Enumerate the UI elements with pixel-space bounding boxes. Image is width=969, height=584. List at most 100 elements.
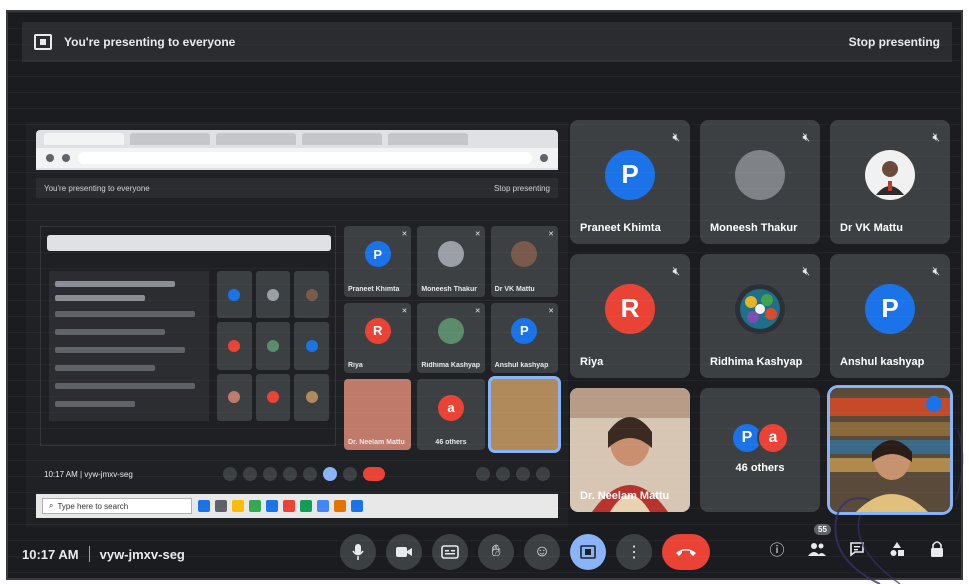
- participant-name: Riya: [580, 356, 604, 368]
- nested-small-tiles: [217, 271, 329, 421]
- participant-grid: 🔇︎ P Praneet Khimta 🔇︎ Moneesh Thakur 🔇︎…: [570, 120, 950, 512]
- meeting-code: vyw-jmxv-seg: [99, 546, 185, 562]
- participant-name: Ridhima Kashyap: [710, 356, 803, 368]
- nested-avatar: P: [511, 317, 538, 344]
- camera-icon[interactable]: [386, 534, 422, 570]
- nested-tile-name: Moneesh Thakur: [421, 285, 477, 293]
- nested-control: [343, 467, 358, 481]
- nested-tile-name: Riya: [348, 362, 363, 370]
- people-count-badge: 55: [814, 524, 831, 535]
- activities-icon[interactable]: [886, 538, 908, 560]
- nested-control: [475, 467, 490, 481]
- avatar: P: [865, 283, 915, 334]
- nested-control: [495, 467, 510, 481]
- emoji-icon[interactable]: ☺︎: [524, 534, 560, 570]
- call-controls: ✋︎ ☺︎ ⋮: [340, 534, 710, 570]
- present-icon: [34, 34, 52, 50]
- video-feed: [830, 388, 950, 512]
- participant-tile[interactable]: 🔇︎ P Praneet Khimta: [570, 120, 690, 244]
- nested-avatar: a: [437, 394, 464, 421]
- nested-tile-name: 46 others: [435, 438, 467, 446]
- mic-off-icon: ✕: [474, 231, 481, 238]
- nested-tile: [490, 379, 558, 450]
- participant-name: Dr. Neelam Mattu: [580, 490, 670, 502]
- presenting-banner: You're presenting to everyone Stop prese…: [22, 22, 952, 62]
- mic-icon[interactable]: [340, 534, 376, 570]
- mic-off-icon: 🔇︎: [932, 130, 940, 144]
- participant-name: Moneesh Thakur: [710, 222, 798, 234]
- nested-tile: ✕ P Anshul kashyap: [490, 302, 558, 374]
- shared-browser-bar: [36, 130, 558, 170]
- info-icon[interactable]: ⓘ: [766, 538, 788, 560]
- nested-control: [243, 467, 258, 481]
- browser-tab: [216, 133, 296, 145]
- nested-inner-screen: [49, 271, 209, 421]
- nested-tile: ✕ P Praneet Khimta: [344, 226, 412, 297]
- windows-taskbar: ⌕ Type here to search: [36, 494, 558, 518]
- avatar: [735, 283, 785, 334]
- mic-off-icon: ✕: [548, 307, 554, 315]
- nested-control: [515, 467, 530, 481]
- nested-presenting-text: You're presenting to everyone: [44, 183, 150, 193]
- nested-avatar: [437, 241, 464, 268]
- nested-tile: ✕ R Riya: [344, 302, 412, 374]
- chat-icon[interactable]: [846, 538, 868, 560]
- mic-off-icon: 🔇︎: [672, 264, 680, 278]
- mic-off-icon: 🔇︎: [932, 264, 940, 278]
- avatar: R: [605, 283, 655, 334]
- participant-tile[interactable]: 🔇︎ R Riya: [570, 254, 690, 378]
- nested-stop-presenting: Stop presenting: [493, 183, 550, 193]
- nested-avatar: P: [364, 241, 391, 268]
- avatar: [865, 149, 915, 200]
- participant-name: Anshul kashyap: [840, 356, 925, 368]
- nested-control: [535, 467, 550, 481]
- participant-name: Dr VK Mattu: [840, 222, 903, 234]
- meeting-info: 10:17 AM vyw-jmxv-seg: [22, 546, 322, 562]
- mic-off-icon: ✕: [401, 231, 408, 238]
- others-tile[interactable]: P a 46 others: [700, 388, 820, 512]
- present-icon[interactable]: [570, 534, 606, 570]
- taskbar-search: ⌕ Type here to search: [42, 498, 192, 514]
- captions-icon[interactable]: [432, 534, 468, 570]
- nested-control: [323, 467, 338, 481]
- participant-tile[interactable]: 🔇︎ P Anshul kashyap: [830, 254, 950, 378]
- self-video-tile[interactable]: [830, 388, 950, 512]
- side-panel-icons: ⓘ 55: [766, 524, 948, 560]
- stop-presenting-button[interactable]: Stop presenting: [849, 35, 940, 49]
- end-call-icon[interactable]: [662, 534, 710, 570]
- nested-control: [363, 467, 386, 481]
- nested-tile-name: Praneet Khimta: [348, 285, 400, 293]
- current-time: 10:17 AM: [22, 546, 79, 562]
- nested-control: [223, 467, 238, 481]
- nested-tile-name: Dr. Neelam Mattu: [348, 438, 405, 446]
- nested-tile: ✕ Moneesh Thakur: [417, 226, 485, 297]
- raise-hand-icon[interactable]: ✋︎: [478, 534, 514, 570]
- participant-tile[interactable]: 🔇︎ Moneesh Thakur: [700, 120, 820, 244]
- host-controls-icon[interactable]: [926, 538, 948, 560]
- nested-tile: ✕ Ridhima Kashyap: [417, 302, 485, 374]
- taskbar-icons: [198, 500, 552, 512]
- meet-window: You're presenting to everyone Stop prese…: [6, 10, 963, 580]
- browser-tab: [388, 133, 468, 145]
- mic-off-icon: ✕: [401, 307, 408, 315]
- nested-presenting-banner: You're presenting to everyone Stop prese…: [36, 178, 558, 198]
- people-icon[interactable]: 55: [806, 524, 831, 560]
- nested-tile: ✕ Dr VK Mattu: [490, 226, 558, 297]
- divider: [88, 546, 90, 562]
- participant-tile[interactable]: Dr. Neelam Mattu: [570, 388, 690, 512]
- participant-tile[interactable]: 🔇︎ Ridhima Kashyap: [700, 254, 820, 378]
- shared-screen: You're presenting to everyone Stop prese…: [26, 122, 568, 527]
- nested-browser-bar: [47, 235, 331, 251]
- address-bar: [78, 152, 532, 164]
- mic-off-icon: 🔇︎: [802, 130, 810, 144]
- nested-time: 10:17 AM: [44, 469, 78, 479]
- avatar: P: [605, 149, 655, 200]
- participant-tile[interactable]: 🔇︎ Dr VK Mattu: [830, 120, 950, 244]
- more-vert-icon[interactable]: ⋮: [616, 534, 652, 570]
- profile-icon: [540, 154, 548, 162]
- nested-shared-screen: [40, 226, 336, 446]
- nested-tile: Dr. Neelam Mattu: [344, 379, 412, 450]
- nested-tile: a 46 others: [417, 379, 485, 450]
- others-count: 46 others: [735, 462, 785, 475]
- avatar: a: [757, 421, 789, 454]
